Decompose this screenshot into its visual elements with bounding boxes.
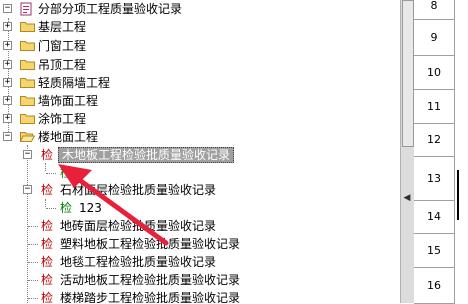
row-number-grid: 8 9 10 11 12 13 14 15 16 <box>414 0 468 304</box>
grid-row-number: 16 <box>414 268 455 304</box>
grid-row-number: 14 <box>414 201 455 234</box>
vertical-scrollbar[interactable]: ◀ <box>400 0 414 303</box>
annotation-arrow-icon <box>58 164 169 246</box>
grid-row-number: 11 <box>414 90 455 124</box>
grid-row-number: 8 <box>414 0 455 20</box>
grid-row-number: 13 <box>414 157 455 201</box>
splitter-left-arrow-icon[interactable]: ◀ <box>401 191 413 205</box>
grid-content-edge <box>455 0 468 303</box>
grid-row-number: 10 <box>414 56 455 90</box>
grid-row-number: 9 <box>414 20 455 56</box>
grid-row-number: 12 <box>414 124 455 157</box>
grid-row-number: 15 <box>414 234 455 268</box>
scrollbar-thumb[interactable] <box>402 0 414 147</box>
tree-view[interactable]: − 分部分项工程质量验收记录 + 基层工程 + 门窗工程 + 吊顶工程 + 轻质… <box>0 0 400 303</box>
